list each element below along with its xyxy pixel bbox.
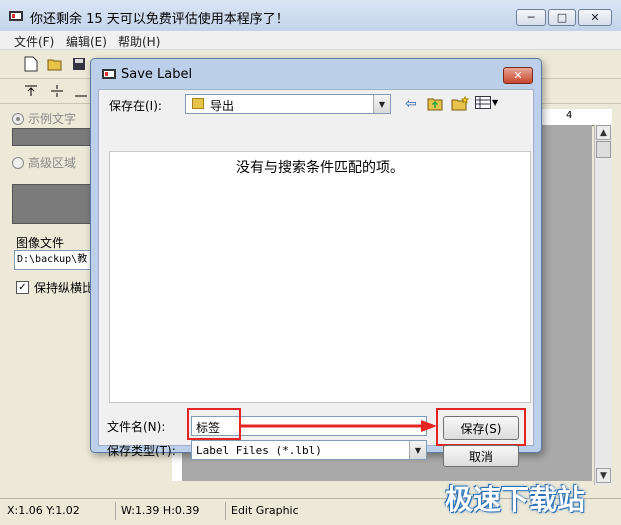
advanced-area-preview xyxy=(12,184,100,224)
radio-selected-icon xyxy=(12,112,24,125)
dialog-close-button[interactable]: ✕ xyxy=(503,67,533,84)
ruler-mark: 4 xyxy=(566,110,573,121)
align-top-icon[interactable] xyxy=(22,82,40,100)
vertical-scrollbar[interactable]: ▲ ▼ xyxy=(594,125,612,485)
align-bottom-icon[interactable] xyxy=(72,82,90,100)
scroll-thumb[interactable] xyxy=(596,141,611,158)
ruler-top: 4 xyxy=(540,109,612,126)
dialog-app-icon xyxy=(102,69,116,79)
checkbox-checked-icon: ✓ xyxy=(16,281,29,294)
app-titlebar: 你还剩余 15 天可以免费评估使用本程序了！ ─ □ ✕ xyxy=(0,0,621,32)
filetype-value: Label Files (*.lbl) xyxy=(196,444,322,457)
view-menu-icon[interactable]: ▼ xyxy=(475,96,498,109)
scroll-up-icon[interactable]: ▲ xyxy=(596,125,611,140)
filetype-dropdown[interactable]: Label Files (*.lbl) ▼ xyxy=(191,440,427,460)
align-middle-icon[interactable] xyxy=(48,82,66,100)
menu-help[interactable]: 帮助(H) xyxy=(118,33,160,50)
up-folder-icon[interactable] xyxy=(427,96,443,114)
save-highlight-box xyxy=(436,408,526,446)
menu-file[interactable]: 文件(F) xyxy=(14,33,54,50)
back-arrow-icon[interactable]: ⇦ xyxy=(405,96,417,112)
save-icon[interactable] xyxy=(70,55,88,73)
image-file-label: 图像文件 xyxy=(16,236,65,250)
radio-sample-text-label: 示例文字 xyxy=(28,112,77,126)
status-position: X:1.06 Y:1.02 xyxy=(4,502,116,520)
status-size: W:1.39 H:0.39 xyxy=(118,502,226,520)
filename-highlight-box xyxy=(187,408,241,440)
radio-sample-text[interactable]: 示例文字 xyxy=(12,110,76,127)
menu-edit[interactable]: 编辑(E) xyxy=(66,33,107,50)
save-label-dialog: Save Label ✕ 保存在(I): 导出 ▼ ⇦ ▼ 没有与搜索条件匹配的… xyxy=(90,58,542,467)
dialog-body: 保存在(I): 导出 ▼ ⇦ ▼ 没有与搜索条件匹配的项。 文件名(N): 标签 xyxy=(98,89,534,467)
sample-text-preview xyxy=(12,128,100,146)
dialog-title: Save Label xyxy=(121,67,193,82)
save-in-dropdown[interactable]: 导出 ▼ xyxy=(185,94,391,114)
scroll-down-icon[interactable]: ▼ xyxy=(596,468,611,483)
app-title: 你还剩余 15 天可以免费评估使用本程序了！ xyxy=(30,12,289,27)
filename-label: 文件名(N): xyxy=(107,420,166,434)
empty-message: 没有与搜索条件匹配的项。 xyxy=(236,160,404,176)
radio-advanced-area[interactable]: 高级区域 xyxy=(12,154,76,171)
arrow-pointer-icon xyxy=(239,420,437,432)
minimize-button[interactable]: ─ xyxy=(516,9,546,26)
radio-advanced-area-label: 高级区域 xyxy=(28,156,77,170)
image-file-input[interactable]: D:\backup\教 xyxy=(14,250,100,270)
radio-unselected-icon xyxy=(12,156,24,169)
filetype-chevron-down-icon[interactable]: ▼ xyxy=(409,441,426,459)
cancel-button[interactable]: 取消 xyxy=(443,445,519,467)
app-logo-icon xyxy=(9,11,23,21)
save-in-value: 导出 xyxy=(210,99,235,113)
menu-bar: 文件(F) 编辑(E) 帮助(H) xyxy=(0,31,621,50)
image-file-path: D:\backup\教 xyxy=(17,254,88,265)
status-mode: Edit Graphic xyxy=(231,504,299,517)
save-in-label: 保存在(I): xyxy=(109,99,162,113)
keep-ratio-checkbox[interactable]: ✓ 保持纵横比 xyxy=(16,279,94,296)
app-close-button[interactable]: ✕ xyxy=(578,9,612,26)
new-folder-icon[interactable] xyxy=(451,95,470,114)
watermark-text: 极速下载站 xyxy=(445,483,586,516)
new-file-icon[interactable] xyxy=(22,55,40,73)
keep-ratio-label: 保持纵横比 xyxy=(34,281,95,295)
maximize-button[interactable]: □ xyxy=(548,9,576,26)
chevron-down-icon[interactable]: ▼ xyxy=(373,95,390,113)
folder-icon xyxy=(192,98,204,109)
filetype-label: 保存类型(T): xyxy=(107,444,176,458)
property-panel: 示例文字 高级区域 图像文件 D:\backup\教 ✓ 保持纵横比 xyxy=(10,104,100,494)
open-folder-icon[interactable] xyxy=(46,55,64,73)
file-list[interactable]: 没有与搜索条件匹配的项。 xyxy=(109,151,531,403)
